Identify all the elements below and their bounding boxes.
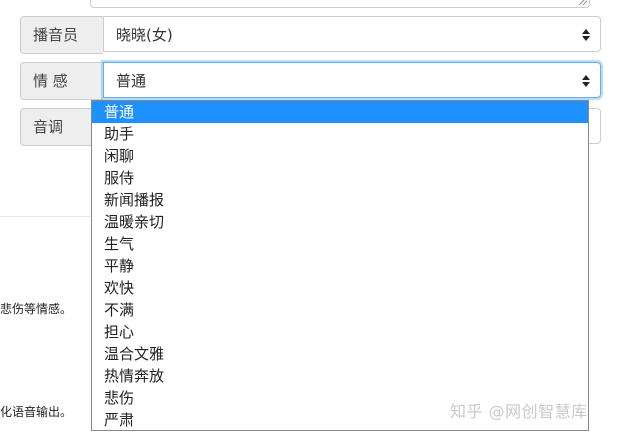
dropdown-option[interactable]: 温暖亲切 bbox=[92, 211, 588, 233]
dropdown-option[interactable]: 平静 bbox=[92, 255, 588, 277]
announcer-select[interactable]: 晓晓(女) bbox=[103, 16, 601, 52]
dropdown-option[interactable]: 新闻播报 bbox=[92, 189, 588, 211]
description-text-2: 化语音输出。 bbox=[0, 405, 73, 419]
emotion-row: 情 感 普通 bbox=[20, 62, 601, 100]
emotion-dropdown-list[interactable]: 普通 助手 闲聊 服侍 新闻播报 温暖亲切 生气 平静 欢快 不满 担心 温合文雅 热情奔放 悲伤 严肃 bbox=[91, 100, 589, 431]
dropdown-option[interactable]: 欢快 bbox=[92, 277, 588, 299]
announcer-row: 播音员 晓晓(女) bbox=[20, 16, 601, 54]
announcer-label: 播音员 bbox=[20, 16, 103, 54]
dropdown-option[interactable]: 闲聊 bbox=[92, 145, 588, 167]
sort-arrows-icon bbox=[582, 75, 590, 87]
dropdown-option[interactable]: 热情奔放 bbox=[92, 365, 588, 387]
emotion-label: 情 感 bbox=[20, 62, 103, 100]
dropdown-option[interactable]: 不满 bbox=[92, 299, 588, 321]
dropdown-option[interactable]: 生气 bbox=[92, 233, 588, 255]
dropdown-option[interactable]: 助手 bbox=[92, 123, 588, 145]
dropdown-option[interactable]: 普通 bbox=[92, 101, 588, 123]
dropdown-option[interactable]: 温合文雅 bbox=[92, 343, 588, 365]
description-text-1: 悲伤等情感。 bbox=[0, 302, 73, 316]
page: 播音员 晓晓(女) 情 感 普通 音调 悲伤等情感。 化语音输出。 普通 助手 闲聊… bbox=[0, 0, 618, 438]
resize-grip-icon[interactable] bbox=[579, 0, 587, 5]
announcer-select-value: 晓晓(女) bbox=[116, 26, 173, 44]
sort-arrows-icon bbox=[582, 29, 590, 41]
dropdown-option[interactable]: 服侍 bbox=[92, 167, 588, 189]
section-divider bbox=[0, 216, 90, 217]
emotion-select[interactable]: 普通 bbox=[103, 62, 601, 98]
emotion-select-value: 普通 bbox=[116, 72, 147, 90]
text-input-area[interactable] bbox=[90, 0, 590, 8]
watermark: 知乎 @网创智慧库 bbox=[450, 402, 588, 421]
dropdown-option[interactable]: 担心 bbox=[92, 321, 588, 343]
